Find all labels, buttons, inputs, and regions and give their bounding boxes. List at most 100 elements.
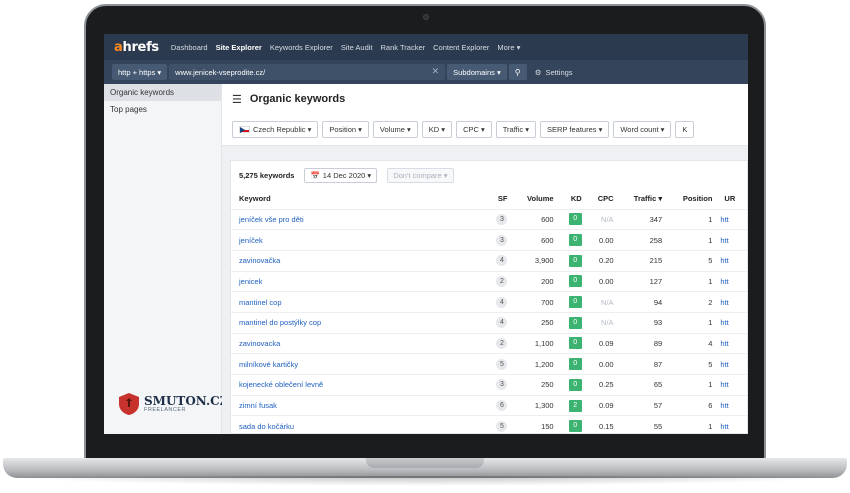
col-keyword[interactable]: Keyword (231, 189, 486, 209)
target-url-input[interactable]: www.jenicek-vseprodite.cz/ ✕ (169, 64, 446, 80)
url-link[interactable]: htt (716, 374, 747, 396)
sf-badge[interactable]: 3 (496, 234, 508, 246)
nav-rank-tracker[interactable]: Rank Tracker (381, 43, 426, 52)
sf-badge[interactable]: 4 (496, 317, 508, 329)
traffic-filter[interactable]: Traffic ▾ (495, 121, 537, 138)
url-link[interactable]: htt (716, 415, 747, 434)
position-cell: 5 (666, 353, 717, 375)
traffic-cell: 55 (617, 415, 667, 434)
col-url[interactable]: UR (716, 189, 747, 209)
cpc-filter[interactable]: CPC ▾ (456, 121, 492, 138)
col-cpc[interactable]: CPC (586, 189, 618, 209)
kd-cell: 0 (557, 270, 586, 292)
sidebar-item-organic-keywords[interactable]: Organic keywords (104, 84, 221, 101)
keyword-filter[interactable]: K (675, 121, 695, 138)
ahrefs-logo[interactable]: ahrefs (114, 40, 159, 55)
keyword-link[interactable]: zavinovačka (231, 249, 486, 272)
position-cell: 1 (666, 415, 717, 434)
kd-cell: 0 (557, 229, 586, 251)
settings-button[interactable]: ⚙ Settings (535, 68, 573, 77)
url-link[interactable]: htt (716, 208, 747, 230)
sf-badge[interactable]: 4 (496, 255, 508, 267)
sf-cell: 2 (486, 270, 512, 292)
volume-filter[interactable]: Volume ▾ (372, 121, 418, 138)
url-link[interactable]: htt (716, 270, 747, 292)
date-value: 14 Dec 2020 ▾ (322, 170, 372, 180)
cpc-cell: N/A (585, 208, 618, 230)
url-link[interactable]: htt (716, 353, 747, 375)
url-link[interactable]: htt (716, 291, 747, 313)
sf-badge[interactable]: 5 (496, 420, 508, 432)
keyword-link[interactable]: mantinel cop (231, 291, 486, 313)
target-url-value: www.jenicek-vseprodite.cz/ (175, 67, 266, 77)
url-link[interactable]: htt (716, 311, 747, 334)
sf-badge[interactable]: 3 (496, 379, 508, 391)
keyword-link[interactable]: mantinel do postýlky cop (231, 311, 486, 334)
url-link[interactable]: htt (716, 249, 747, 272)
smuton-watermark: SMUTON.CZ FREELANCER (118, 392, 229, 416)
sf-badge[interactable]: 5 (496, 358, 508, 370)
nav-site-audit[interactable]: Site Audit (341, 43, 373, 52)
kd-badge: 2 (568, 399, 582, 412)
nav-site-explorer[interactable]: Site Explorer (216, 43, 262, 52)
col-volume[interactable]: Volume (511, 189, 557, 209)
country-filter[interactable]: Czech Republic ▾ (232, 121, 319, 138)
cpc-cell: 0.09 (585, 394, 618, 416)
traffic-cell: 94 (617, 291, 667, 313)
results-summary: 5,275 keywords 📅 14 Dec 2020 ▾ Don't com… (231, 161, 747, 189)
url-link[interactable]: htt (716, 394, 747, 416)
sidebar-item-top-pages[interactable]: Top pages (104, 101, 221, 118)
mode-dropdown[interactable]: Subdomains ▾ (447, 64, 507, 80)
webcam-icon (423, 14, 429, 20)
sf-cell: 4 (486, 249, 512, 272)
position-cell: 5 (666, 249, 717, 272)
keyword-link[interactable]: zimní fusak (231, 394, 486, 416)
volume-cell: 700 (511, 291, 558, 313)
sf-badge[interactable]: 4 (496, 296, 508, 308)
sf-cell: 6 (486, 394, 512, 416)
word-count-filter[interactable]: Word count ▾ (613, 121, 672, 138)
protocol-dropdown[interactable]: http + https ▾ (112, 64, 168, 80)
position-cell: 1 (666, 229, 717, 251)
date-picker[interactable]: 📅 14 Dec 2020 ▾ (304, 167, 378, 183)
keyword-link[interactable]: kojenecké oblečení levně (231, 374, 486, 396)
sf-badge[interactable]: 6 (496, 400, 508, 412)
keyword-link[interactable]: jeníček vše pro děti (231, 208, 486, 230)
cpc-cell: 0.20 (585, 249, 618, 272)
volume-cell: 3,900 (511, 249, 558, 272)
position-cell: 1 (666, 311, 717, 334)
kd-cell: 0 (557, 332, 586, 354)
col-position[interactable]: Position (666, 189, 716, 209)
keyword-link[interactable]: jeníček (231, 229, 486, 251)
kd-cell: 0 (557, 249, 586, 272)
volume-cell: 1,300 (511, 394, 558, 416)
sf-badge[interactable]: 3 (496, 213, 508, 225)
sf-badge[interactable]: 2 (496, 337, 508, 349)
clear-icon[interactable]: ✕ (432, 66, 440, 77)
position-filter[interactable]: Position ▾ (322, 121, 369, 138)
keyword-link[interactable]: zavinovacka (231, 332, 486, 354)
col-traffic[interactable]: Traffic ▾ (618, 189, 667, 209)
sf-badge[interactable]: 2 (496, 275, 508, 287)
serp-features-filter[interactable]: SERP features ▾ (540, 121, 610, 138)
url-link[interactable]: htt (716, 229, 747, 251)
nav-dashboard[interactable]: Dashboard (171, 43, 208, 52)
menu-icon[interactable]: ☰ (232, 93, 242, 106)
keyword-link[interactable]: milníkové kartičky (231, 353, 486, 375)
keyword-link[interactable]: sada do kočárku (231, 415, 486, 434)
kd-cell: 0 (557, 353, 586, 375)
col-kd[interactable]: KD (558, 189, 586, 209)
kd-filter[interactable]: KD ▾ (421, 121, 453, 138)
search-button[interactable]: ⚲ (508, 64, 527, 80)
keyword-link[interactable]: jenicek (231, 270, 486, 292)
shield-logo-icon (119, 393, 139, 415)
traffic-cell: 258 (617, 229, 667, 251)
col-sf[interactable]: SF (486, 189, 511, 209)
position-cell: 6 (666, 394, 717, 416)
nav-content-explorer[interactable]: Content Explorer (433, 43, 489, 52)
nav-more[interactable]: More ▾ (497, 43, 520, 52)
url-link[interactable]: htt (716, 332, 747, 354)
nav-keywords-explorer[interactable]: Keywords Explorer (270, 43, 333, 52)
cpc-cell: 0.00 (585, 353, 618, 375)
volume-cell: 1,100 (511, 332, 558, 354)
